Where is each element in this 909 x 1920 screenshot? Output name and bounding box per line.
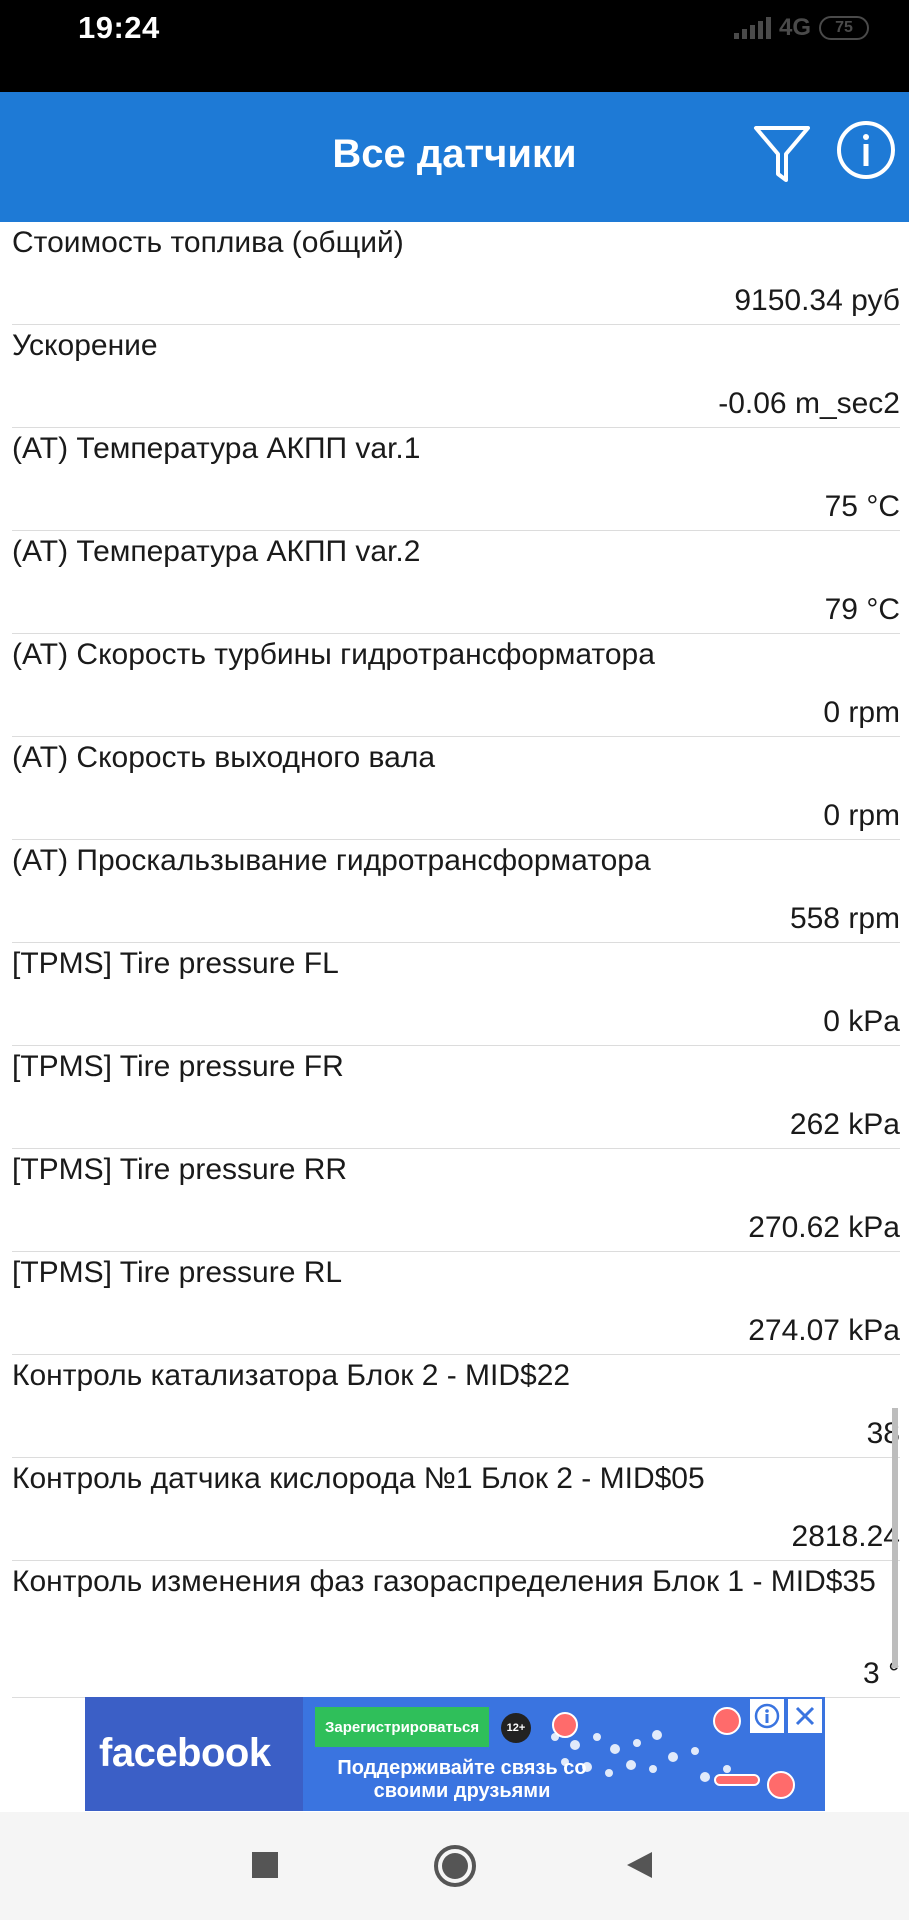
- sensor-value: 274.07 kPa: [748, 1314, 900, 1347]
- sensor-value: 270.62 kPa: [748, 1211, 900, 1244]
- sensor-name: (AT) Скорость турбины гидротрансформатор…: [12, 638, 655, 671]
- sensor-name: [TPMS] Tire pressure FR: [12, 1050, 344, 1083]
- sensor-value: 2818.24: [791, 1520, 900, 1553]
- close-icon: [795, 1706, 815, 1726]
- ad-brand-logo: facebook: [99, 1731, 271, 1775]
- ad-brand-panel: facebook: [85, 1697, 303, 1811]
- sensor-name: [TPMS] Tire pressure RL: [12, 1256, 343, 1289]
- sensor-value: 262 kPa: [789, 1108, 900, 1141]
- info-icon: [754, 1703, 780, 1729]
- sensor-name: Ускорение: [12, 329, 158, 362]
- status-icons: 4G 75: [733, 14, 869, 42]
- sensor-row[interactable]: (AT) Проскальзывание гидротрансформатора…: [12, 840, 900, 943]
- home-icon: [434, 1845, 476, 1887]
- system-nav-bar: [0, 1812, 909, 1920]
- status-time: 19:24: [78, 10, 160, 45]
- sensor-row[interactable]: [TPMS] Tire pressure FL 0 kPa: [12, 943, 900, 1046]
- age-rating-badge: 12+: [501, 1713, 531, 1743]
- ad-info-button[interactable]: [750, 1699, 784, 1733]
- signal-icon: [733, 17, 771, 39]
- sensor-value: 79 °C: [824, 593, 900, 626]
- info-icon: [837, 121, 895, 179]
- ad-close-button[interactable]: [788, 1699, 822, 1733]
- app-bar: Все датчики: [0, 92, 909, 222]
- sensor-name: (AT) Скорость выходного вала: [12, 741, 436, 774]
- sensor-name: Стоимость топлива (общий): [12, 226, 404, 259]
- sensor-row[interactable]: (AT) Скорость турбины гидротрансформатор…: [12, 634, 900, 737]
- sensor-value: 9150.34 руб: [734, 284, 900, 317]
- sensor-row[interactable]: Контроль датчика кислорода №1 Блок 2 - M…: [12, 1458, 900, 1561]
- sensor-name: (AT) Проскальзывание гидротрансформатора: [12, 844, 651, 877]
- sensor-row[interactable]: (AT) Скорость выходного вала 0 rpm: [12, 737, 900, 840]
- filter-icon: [754, 126, 810, 182]
- sensor-row[interactable]: [TPMS] Tire pressure RL 274.07 kPa: [12, 1252, 900, 1355]
- sensor-value: -0.06 m_sec2: [718, 387, 900, 420]
- sensor-value: 75 °C: [824, 490, 900, 523]
- sensor-value: 0 rpm: [823, 799, 900, 832]
- sensor-row[interactable]: Стоимость топлива (общий) 9150.34 руб: [12, 222, 900, 325]
- sensor-name: (AT) Температура АКПП var.2: [12, 535, 421, 568]
- sensor-row[interactable]: [TPMS] Tire pressure RR 270.62 kPa: [12, 1149, 900, 1252]
- sensor-name: Контроль датчика кислорода №1 Блок 2 - M…: [12, 1462, 705, 1495]
- sensor-list[interactable]: Стоимость топлива (общий) 9150.34 руб Ус…: [0, 222, 900, 1698]
- recents-icon: [252, 1852, 278, 1878]
- sensor-value: 0 kPa: [823, 1005, 900, 1038]
- home-button[interactable]: [433, 1844, 477, 1893]
- ad-register-button[interactable]: Зарегистрироваться: [315, 1707, 490, 1747]
- ad-banner[interactable]: facebook Зарегистрироваться 12+ Поддержи…: [85, 1697, 825, 1811]
- back-icon: [627, 1852, 652, 1878]
- scrollbar[interactable]: [892, 1408, 898, 1668]
- sensor-name: [TPMS] Tire pressure RR: [12, 1153, 348, 1186]
- network-type: 4G: [778, 14, 811, 41]
- sensor-row[interactable]: Контроль изменения фаз газораспределения…: [12, 1561, 900, 1698]
- back-button[interactable]: [624, 1850, 654, 1885]
- sensor-name: Контроль изменения фаз газораспределения…: [12, 1565, 876, 1598]
- sensor-row[interactable]: Ускорение -0.06 m_sec2: [12, 325, 900, 428]
- recents-button[interactable]: [250, 1850, 280, 1885]
- sensor-name: Контроль катализатора Блок 2 - MID$22: [12, 1359, 571, 1392]
- sensor-row[interactable]: [TPMS] Tire pressure FR 262 kPa: [12, 1046, 900, 1149]
- sensor-row[interactable]: Контроль катализатора Блок 2 - MID$22 38: [12, 1355, 900, 1458]
- info-button[interactable]: [836, 120, 896, 180]
- sensor-row[interactable]: (AT) Температура АКПП var.1 75 °C: [12, 428, 900, 531]
- sensor-value: 0 rpm: [823, 696, 900, 729]
- sensor-name: [TPMS] Tire pressure FL: [12, 947, 339, 980]
- sensor-value: 558 rpm: [789, 902, 900, 935]
- status-bar: 19:24 4G 75: [0, 0, 909, 92]
- filter-button[interactable]: [752, 122, 812, 186]
- sensor-name: (AT) Температура АКПП var.1: [12, 432, 421, 465]
- sensor-row[interactable]: (AT) Температура АКПП var.2 79 °C: [12, 531, 900, 634]
- battery-icon: 75: [819, 16, 869, 40]
